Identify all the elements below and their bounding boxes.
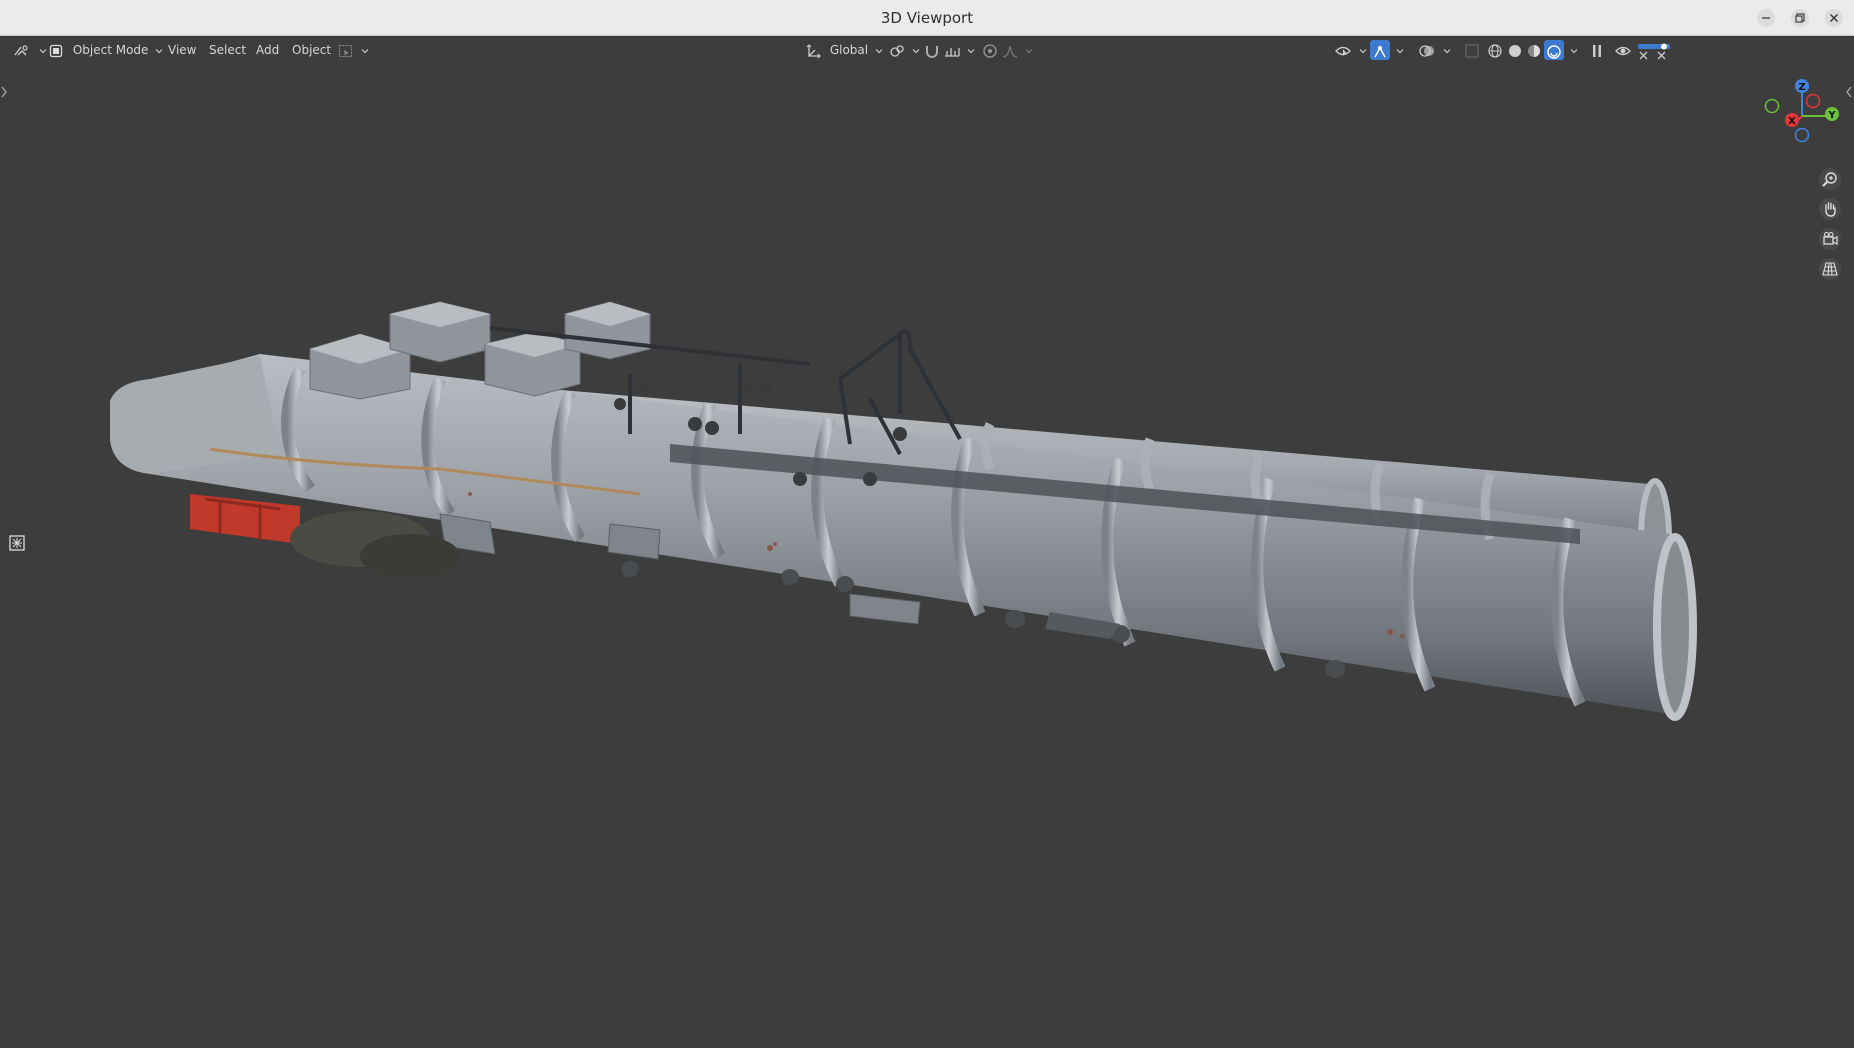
pause-button[interactable] xyxy=(1591,40,1603,60)
chevron-down-icon xyxy=(875,48,883,53)
camera-icon xyxy=(1823,231,1838,245)
chevron-down-icon xyxy=(1359,48,1367,53)
editor-type-button[interactable] xyxy=(12,40,47,60)
pan-button[interactable] xyxy=(1819,198,1841,220)
gizmo-icon xyxy=(1374,45,1386,57)
navigation-gizmo[interactable]: Z Y X xyxy=(1760,74,1840,154)
toolbar-expand-icon[interactable] xyxy=(0,84,10,100)
wireframe-icon xyxy=(1488,43,1502,58)
menu-view[interactable]: View xyxy=(168,40,196,60)
grid-icon xyxy=(1822,262,1838,276)
chevron-down-icon xyxy=(39,48,47,53)
asset-shelf-icon[interactable] xyxy=(8,534,26,552)
chevron-down-icon xyxy=(1025,48,1033,53)
zoom-icon xyxy=(1822,172,1837,187)
window-titlebar: 3D Viewport xyxy=(0,0,1854,36)
visibility-toggle[interactable] xyxy=(1615,40,1631,60)
proportional-edit-toggle[interactable] xyxy=(982,40,998,60)
perspective-toggle-button[interactable] xyxy=(1819,258,1841,280)
chevron-down-icon xyxy=(1570,48,1578,53)
extra-toggle-group[interactable] xyxy=(1636,40,1672,60)
zoom-button[interactable] xyxy=(1819,168,1841,190)
chevron-down-icon xyxy=(361,48,369,53)
chevron-down-icon xyxy=(967,48,975,53)
menu-select[interactable]: Select xyxy=(209,40,246,60)
pause-icon xyxy=(1593,44,1601,57)
toggle-slider-icon xyxy=(1638,43,1670,59)
torpedo-launcher-model[interactable] xyxy=(110,294,1710,814)
object-mode-dropdown[interactable]: Object Mode xyxy=(49,40,163,60)
material-icon xyxy=(1528,44,1540,57)
gizmo-toggle[interactable] xyxy=(1370,40,1390,60)
shading-material-button[interactable] xyxy=(1526,40,1542,60)
viewport-header: Object Mode View Select Add Object Globa… xyxy=(0,36,1854,95)
selection-mode-dropdown[interactable] xyxy=(338,40,369,60)
xray-icon xyxy=(1465,43,1479,58)
object-mode-icon xyxy=(49,44,63,57)
shading-solid-button[interactable] xyxy=(1507,40,1523,60)
selectability-visibility-dropdown[interactable] xyxy=(1334,40,1367,60)
camera-view-button[interactable] xyxy=(1819,228,1841,250)
select-box-icon xyxy=(338,44,353,57)
hand-icon xyxy=(1825,202,1836,217)
gizmo-y-label: Y xyxy=(1827,110,1836,121)
transform-orientation-dropdown[interactable]: Global xyxy=(806,40,883,60)
minimize-icon xyxy=(1762,17,1770,19)
magnet-icon xyxy=(926,45,938,58)
chevron-down-icon xyxy=(1443,48,1451,53)
falloff-icon xyxy=(1002,45,1018,58)
minimize-button[interactable] xyxy=(1757,9,1775,27)
menu-add[interactable]: Add xyxy=(256,40,279,60)
link-icon xyxy=(890,44,904,57)
shading-wireframe-button[interactable] xyxy=(1487,40,1503,60)
rendered-icon xyxy=(1547,44,1561,59)
proportional-falloff-dropdown[interactable] xyxy=(1002,40,1033,60)
sidebar-expand-icon[interactable] xyxy=(1843,84,1853,100)
chevron-down-icon xyxy=(1396,48,1404,53)
window-title: 3D Viewport xyxy=(880,9,974,27)
chevron-down-icon xyxy=(912,48,920,53)
eye-icon xyxy=(1615,46,1631,55)
gizmo-dropdown[interactable] xyxy=(1393,40,1404,60)
gizmo-x-label: X xyxy=(1788,116,1796,127)
view-object-types-icon xyxy=(1335,46,1351,57)
object-mode-label: Object Mode xyxy=(72,43,149,57)
editor-type-icon xyxy=(14,44,28,55)
snap-toggle[interactable] xyxy=(924,40,940,60)
overlay-icon xyxy=(1419,44,1434,57)
restore-icon xyxy=(1795,13,1805,23)
maximize-button[interactable] xyxy=(1791,9,1809,27)
shading-rendered-button[interactable] xyxy=(1544,40,1564,60)
menu-object[interactable]: Object xyxy=(292,40,331,60)
axis-icon xyxy=(806,43,821,58)
close-icon xyxy=(1830,14,1838,22)
close-button[interactable] xyxy=(1825,9,1843,27)
overlays-toggle[interactable] xyxy=(1418,40,1451,60)
orientation-label: Global xyxy=(829,43,869,57)
snap-increment-icon xyxy=(945,47,960,57)
pivot-point-dropdown[interactable] xyxy=(889,40,920,60)
gizmo-z-label: Z xyxy=(1798,82,1805,93)
xray-toggle[interactable] xyxy=(1464,40,1480,60)
proportional-edit-icon xyxy=(983,43,997,58)
solid-icon xyxy=(1509,44,1521,57)
chevron-down-icon xyxy=(155,48,163,53)
snap-target-dropdown[interactable] xyxy=(944,40,975,60)
3d-viewport[interactable]: Z Y X xyxy=(0,64,1854,1048)
shading-options-dropdown[interactable] xyxy=(1567,40,1578,60)
